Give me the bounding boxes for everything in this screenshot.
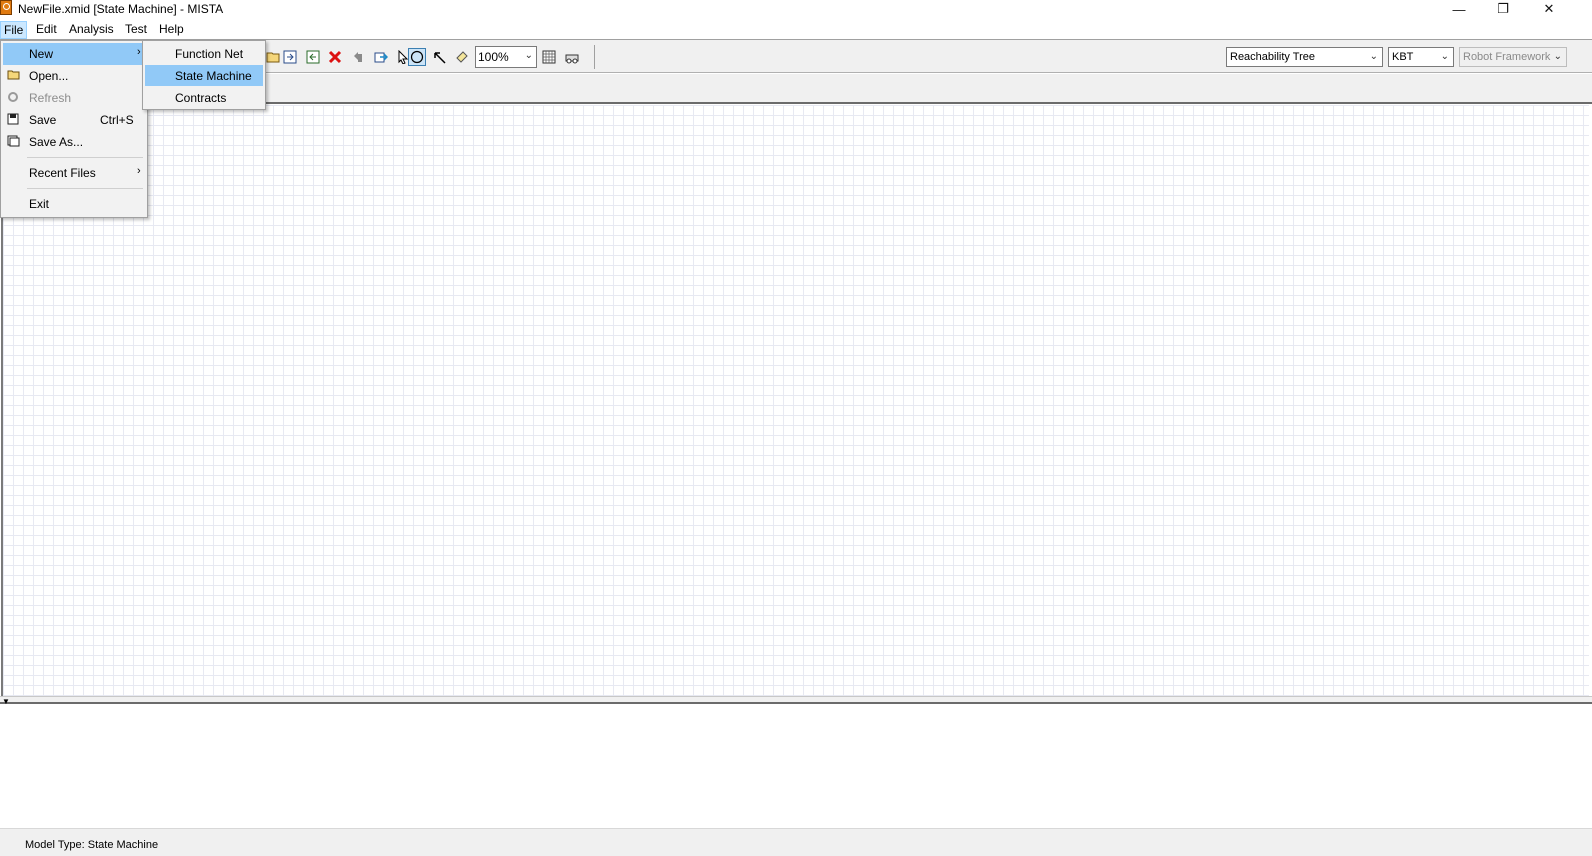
redo-icon[interactable] <box>372 48 390 66</box>
window-title: NewFile.xmid [State Machine] - MISTA <box>18 2 224 16</box>
framework-value: Robot Framework <box>1463 51 1551 63</box>
menu-file[interactable]: File <box>0 21 28 39</box>
title-bar: NewFile.xmid [State Machine] - MISTA — ❐… <box>0 0 1592 18</box>
test-type-value: KBT <box>1392 51 1414 63</box>
app-logo-icon <box>0 0 12 15</box>
analysis-type-value: Reachability Tree <box>1230 51 1315 63</box>
chevron-down-icon: ⌄ <box>1553 51 1562 62</box>
close-button[interactable]: ✕ <box>1526 0 1572 18</box>
menu-help[interactable]: Help <box>156 21 187 39</box>
menu-item-label: Open... <box>29 69 69 83</box>
chevron-right-icon: › <box>137 46 141 58</box>
print-icon[interactable] <box>563 48 581 66</box>
save-icon <box>6 113 20 127</box>
menu-test[interactable]: Test <box>122 21 150 39</box>
zoom-select[interactable]: 100% ⌄ <box>475 46 537 68</box>
console-panel <box>0 705 1592 828</box>
submenu-item-contracts[interactable]: Contracts <box>145 87 263 108</box>
menu-item-label: Save <box>29 113 57 127</box>
maximize-button[interactable]: ❐ <box>1480 0 1526 18</box>
zoom-value: 100% <box>478 50 509 64</box>
minimize-button[interactable]: — <box>1436 0 1482 18</box>
file-menu-dropdown: New › Open... Refresh Save Ctrl+S Save A… <box>0 40 148 218</box>
menu-item-label: Recent Files <box>29 166 96 180</box>
submenu-item-label: Contracts <box>175 91 227 105</box>
framework-select[interactable]: Robot Framework ⌄ <box>1459 47 1567 67</box>
test-type-select[interactable]: KBT ⌄ <box>1388 47 1454 67</box>
menu-item-open[interactable]: Open... <box>3 65 145 87</box>
delete-icon[interactable] <box>326 48 344 66</box>
menu-item-label: Refresh <box>29 91 72 105</box>
shortcut-label: Ctrl+S <box>100 113 134 127</box>
undo-icon[interactable] <box>349 48 367 66</box>
menu-separator <box>27 188 143 189</box>
model-type-status: Model Type: State Machine <box>25 839 159 851</box>
submenu-item-label: Function Net <box>175 47 244 61</box>
chevron-down-icon: ⌄ <box>1369 51 1378 62</box>
menu-analysis[interactable]: Analysis <box>66 21 117 39</box>
export-icon[interactable] <box>304 48 322 66</box>
chevron-down-icon: ⌄ <box>524 50 533 61</box>
submenu-item-function-net[interactable]: Function Net <box>145 43 263 64</box>
state-icon[interactable] <box>408 48 426 66</box>
menu-item-label: Exit <box>29 197 50 211</box>
grid-icon[interactable] <box>540 48 558 66</box>
open-model-icon[interactable] <box>264 48 282 66</box>
menu-item-refresh[interactable]: Refresh <box>3 87 145 109</box>
new-submenu: Function Net State Machine Contracts <box>142 40 266 110</box>
menu-bar: File Edit Analysis Test Help <box>0 19 1592 39</box>
open-folder-icon <box>6 69 20 83</box>
import-icon[interactable] <box>281 48 299 66</box>
menu-item-recent-files[interactable]: Recent Files › <box>3 162 145 184</box>
submenu-item-label: State Machine <box>175 69 252 83</box>
pane-splitter[interactable]: ▼ <box>0 696 1592 706</box>
menu-item-save[interactable]: Save Ctrl+S <box>3 109 145 131</box>
menu-edit[interactable]: Edit <box>33 21 60 39</box>
menu-item-new[interactable]: New › <box>3 43 145 65</box>
analysis-type-select[interactable]: Reachability Tree ⌄ <box>1226 47 1383 67</box>
menu-item-exit[interactable]: Exit <box>3 193 145 215</box>
chevron-down-icon: ⌄ <box>1440 51 1449 62</box>
menu-separator <box>27 157 143 158</box>
menu-item-save-as[interactable]: Save As... <box>3 131 145 153</box>
save-as-icon <box>6 135 20 149</box>
menu-item-label: Save As... <box>29 135 84 149</box>
submenu-item-state-machine[interactable]: State Machine <box>145 65 263 86</box>
refresh-icon <box>6 91 20 105</box>
model-canvas[interactable] <box>1 105 1589 696</box>
menu-item-label: New <box>29 47 54 61</box>
toolbar-separator <box>594 45 595 69</box>
transition-icon[interactable] <box>430 48 448 66</box>
chevron-right-icon: › <box>137 165 141 177</box>
status-bar: Model Type: State Machine <box>0 828 1592 856</box>
annotation-icon[interactable] <box>453 48 471 66</box>
